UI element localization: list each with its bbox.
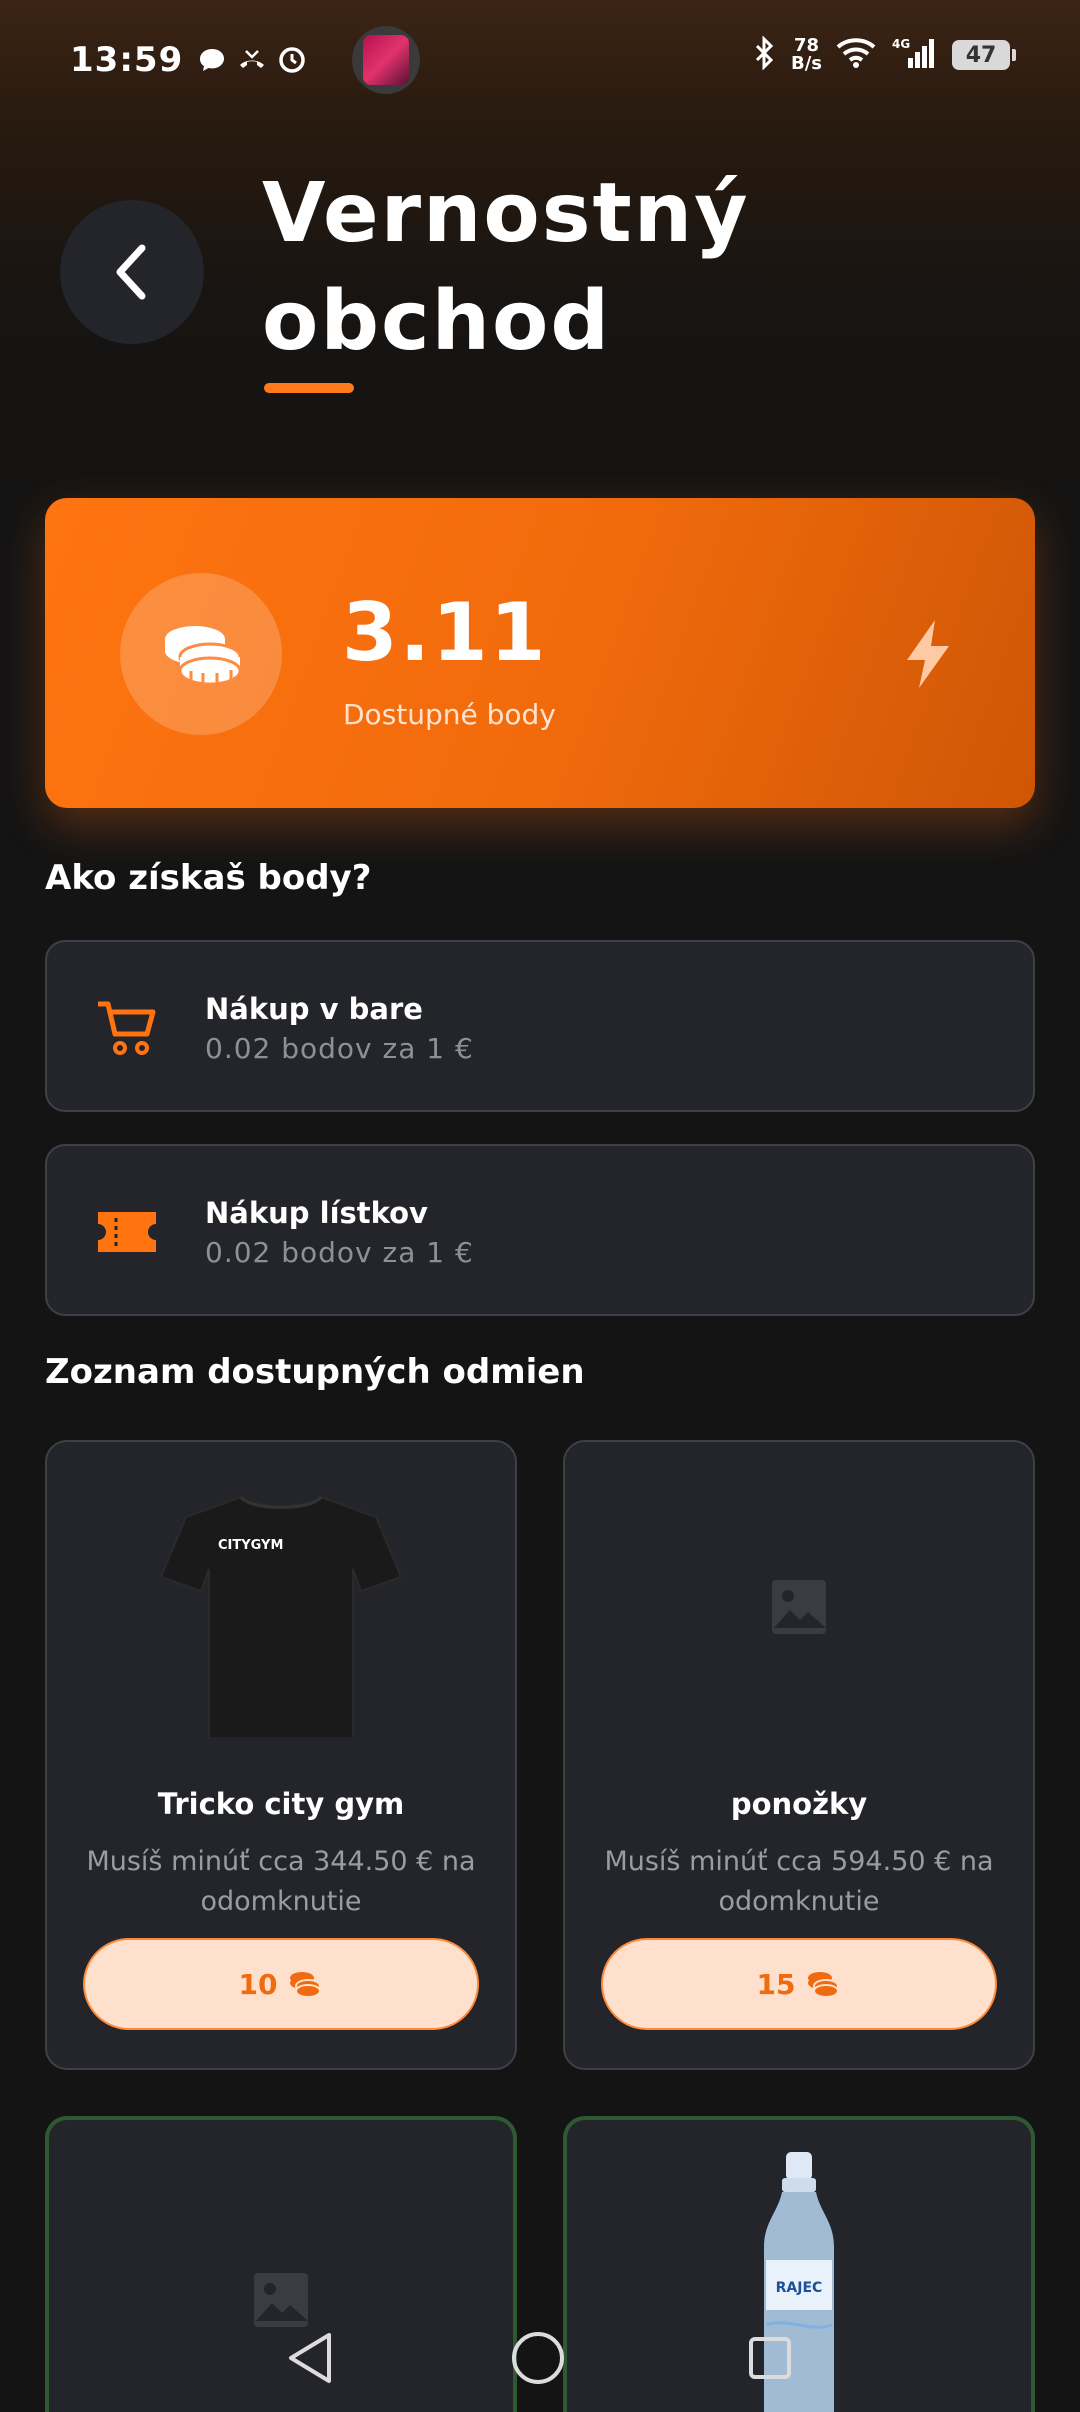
reward-card-socks[interactable]: ponožky Musíš minúť cca 594.50 € na odom…: [563, 1440, 1035, 2070]
ticket-icon: [95, 1200, 159, 1264]
earn-item-subtitle: 0.02 bodov za 1 €: [205, 1236, 474, 1269]
title-underline: [264, 383, 354, 393]
redeem-button[interactable]: 10: [83, 1938, 479, 2030]
earn-item-tickets: Nákup lístkov 0.02 bodov za 1 €: [45, 1144, 1035, 1316]
image-placeholder-icon: [772, 1580, 826, 1634]
battery-indicator: 47: [952, 40, 1016, 70]
nav-back-icon[interactable]: [280, 2328, 340, 2388]
reward-name: ponožky: [730, 1787, 868, 1821]
missed-call-icon: [237, 45, 267, 75]
page-title-line1: Vernostný: [262, 166, 750, 261]
signal-4g-icon: 4G: [890, 36, 938, 74]
reward-cost: 15: [756, 1967, 796, 2001]
tshirt-image: CITYGYM: [159, 1495, 403, 1737]
cart-icon: [95, 996, 159, 1060]
status-time: 13:59: [70, 40, 184, 80]
coins-badge: [120, 573, 282, 735]
system-nav-bar: [0, 2300, 1080, 2412]
points-card: 3.11 Dostupné body: [45, 498, 1035, 808]
avatar-image: [363, 35, 409, 85]
earn-item-title: Nákup lístkov: [205, 1196, 428, 1230]
alarm-icon: [277, 45, 307, 75]
page-title-line2: obchod: [262, 274, 612, 369]
nav-home-icon[interactable]: [508, 2328, 568, 2388]
reward-description: Musíš minúť cca 344.50 € na odomknutie: [86, 1846, 476, 1917]
nav-recents-icon[interactable]: [740, 2328, 800, 2388]
redeem-button[interactable]: 15: [601, 1938, 997, 2030]
chevron-left-icon: [116, 244, 146, 300]
notification-avatar: [352, 26, 420, 94]
back-button[interactable]: [60, 200, 204, 344]
bolt-icon: [901, 618, 955, 694]
coins-icon: [165, 626, 242, 686]
earn-section-title: Ako získaš body?: [45, 858, 372, 898]
reward-cost: 10: [238, 1967, 278, 2001]
reward-image: CITYGYM: [47, 1442, 515, 1772]
coins-icon: [808, 1972, 840, 1998]
svg-text:RAJEC: RAJEC: [776, 2280, 823, 2296]
points-value: 3.11: [342, 586, 548, 679]
earn-item-title: Nákup v bare: [205, 992, 423, 1026]
reward-image: [565, 1442, 1033, 1772]
chat-icon: [197, 45, 227, 75]
earn-item-bar: Nákup v bare 0.02 bodov za 1 €: [45, 940, 1035, 1112]
net-speed: 78 B/s: [790, 35, 822, 74]
svg-text:4G: 4G: [892, 37, 910, 51]
rewards-section-title: Zoznam dostupných odmien: [45, 1352, 585, 1392]
reward-name: Tricko city gym: [157, 1787, 405, 1821]
status-right-icons: 78 B/s 4G 47: [753, 35, 1016, 74]
points-label: Dostupné body: [343, 698, 556, 731]
coins-icon: [290, 1972, 322, 1998]
page-title: Vernostný obchod: [262, 160, 962, 376]
wifi-icon: [836, 37, 876, 73]
reward-card-tshirt[interactable]: CITYGYM Tricko city gym Musíš minúť cca …: [45, 1440, 517, 2070]
bluetooth-icon: [753, 35, 777, 74]
earn-item-subtitle: 0.02 bodov za 1 €: [205, 1032, 474, 1065]
reward-description: Musíš minúť cca 594.50 € na odomknutie: [604, 1846, 994, 1917]
